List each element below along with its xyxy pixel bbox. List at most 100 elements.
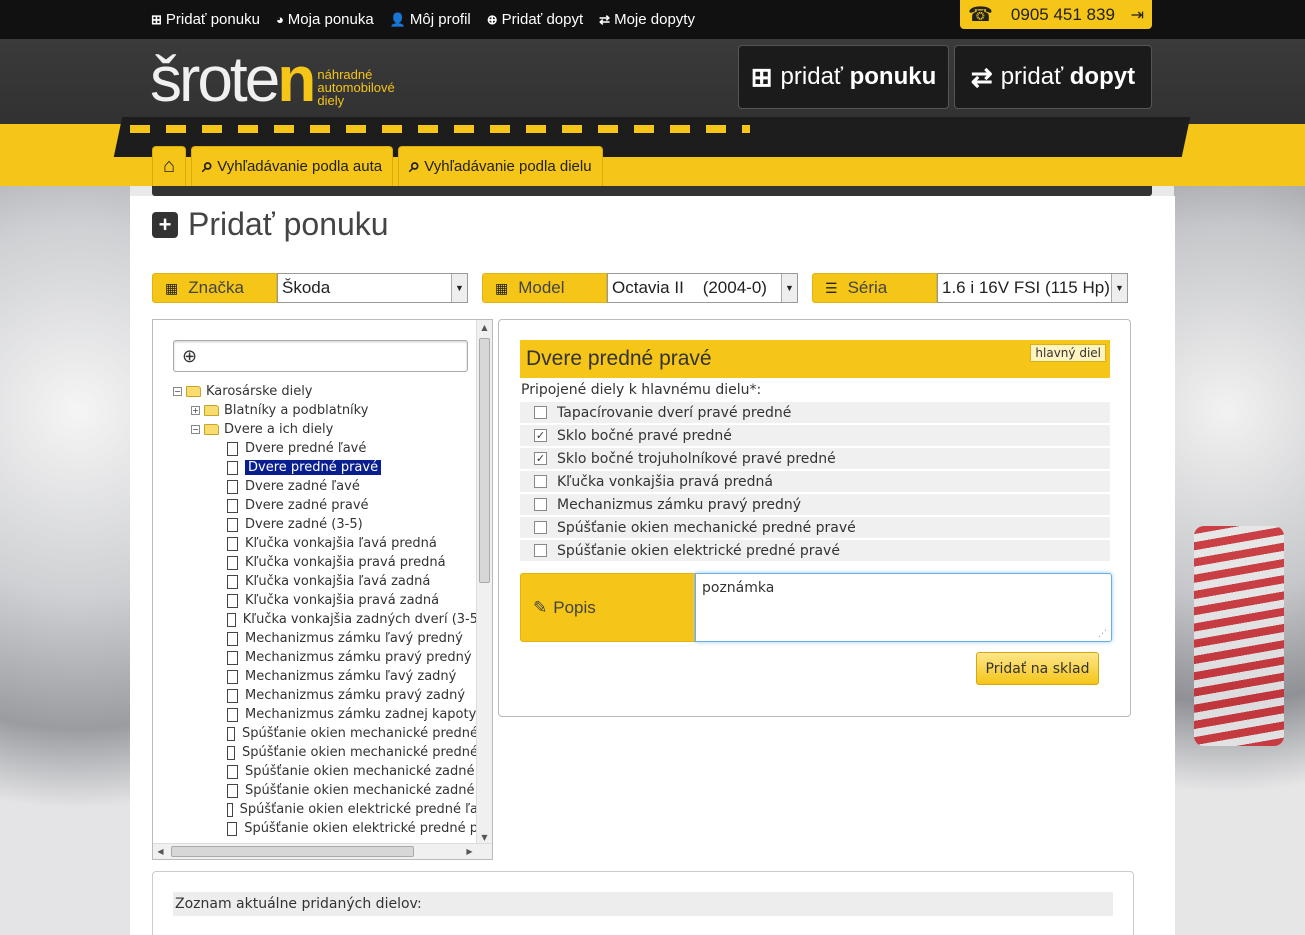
- nav-moja-ponuka[interactable]: ◕ Moja ponuka: [276, 11, 374, 28]
- tree-leaf[interactable]: Spúšťanie okien mechanické zadné: [173, 781, 478, 800]
- attached-part-checkbox[interactable]: ✓: [534, 452, 547, 465]
- tree-leaf-label: Spúšťanie okien elektrické predné ľa: [239, 802, 478, 817]
- attached-part-checkbox[interactable]: [534, 544, 547, 557]
- scrollbar-thumb[interactable]: [479, 338, 490, 583]
- file-icon: [227, 612, 236, 627]
- attached-part-checkbox[interactable]: ✓: [534, 429, 547, 442]
- tree-leaf[interactable]: Kľučka vonkajšia zadných dverí (3-5: [173, 610, 478, 629]
- attached-part-row[interactable]: ✓ Sklo bočné pravé predné: [520, 425, 1110, 446]
- nav-pridat-dopyt[interactable]: ⊕ Pridať dopyt: [487, 11, 583, 28]
- list-icon: ☰: [825, 279, 838, 296]
- file-icon: [227, 441, 238, 456]
- tree-leaf-label: Spúšťanie okien mechanické predné: [241, 726, 478, 741]
- tree-leaf[interactable]: Dvere predné pravé: [173, 458, 478, 477]
- resize-grip-icon[interactable]: ⋰: [1098, 629, 1107, 639]
- attached-part-row[interactable]: Spúšťanie okien elektrické predné pravé: [520, 540, 1110, 561]
- attached-part-row[interactable]: Tapacírovanie dverí pravé predné: [520, 402, 1110, 423]
- tree-leaf-label: Dvere zadné pravé: [245, 498, 369, 513]
- tab-home[interactable]: ⌂: [152, 146, 187, 186]
- tree-leaf[interactable]: Spúšťanie okien mechanické predné: [173, 743, 478, 762]
- main-tabs: ⌂ ⌕ Vyhľadávanie podla auta ⌕ Vyhľadávanie…: [152, 146, 603, 186]
- tree-leaf[interactable]: Spúšťanie okien elektrické predné p: [173, 819, 478, 838]
- tree-leaf[interactable]: Mechanizmus zámku zadnej kapoty: [173, 705, 478, 724]
- logout-icon[interactable]: ⇥: [1131, 5, 1144, 25]
- tree-node-folder[interactable]: − Dvere a ich diely: [173, 420, 478, 439]
- attached-part-row[interactable]: Kľučka vonkajšia pravá predná: [520, 471, 1110, 492]
- nav-moje-dopyty[interactable]: ⇄ Moje dopyty: [599, 11, 695, 28]
- tree-leaf[interactable]: Spúšťanie okien mechanické zadné: [173, 762, 478, 781]
- tree-leaf[interactable]: Spúšťanie okien mechanické predné: [173, 724, 478, 743]
- tree-leaf-label: Mechanizmus zámku ľavý predný: [245, 631, 463, 646]
- tree-horizontal-scrollbar[interactable]: ◀ ▶: [153, 843, 492, 859]
- added-parts-title: Zoznam aktuálne pridaných dielov:: [173, 892, 1113, 916]
- nav-pridat-ponuku[interactable]: ⊞ Pridať ponuku: [151, 11, 260, 28]
- tree-leaf[interactable]: Kľučka vonkajšia ľavá zadná: [173, 572, 478, 591]
- tree-node-root[interactable]: − Karosárske diely: [173, 382, 478, 401]
- tree-leaf[interactable]: Mechanizmus zámku ľavý predný: [173, 629, 478, 648]
- chevron-down-icon[interactable]: ▼: [781, 274, 797, 302]
- popis-group: ✎ Popis poznámka ⋰: [520, 573, 1112, 642]
- file-icon: [227, 745, 235, 760]
- tree-vertical-scrollbar[interactable]: ▲ ▼: [476, 320, 492, 845]
- part-title: Dvere predné pravé: [526, 347, 712, 370]
- nav-moj-profil[interactable]: 👤 Môj profil: [390, 11, 471, 28]
- user-icon: 👤: [389, 11, 406, 27]
- attached-part-row[interactable]: Spúšťanie okien mechanické predné pravé: [520, 517, 1110, 538]
- series-select[interactable]: 1.6 i 16V FSI (115 Hp) ▼: [937, 273, 1128, 303]
- attached-part-row[interactable]: ✓ Sklo bočné trojuholníkové pravé predné: [520, 448, 1110, 469]
- attached-part-label: Spúšťanie okien elektrické predné pravé: [557, 542, 840, 559]
- attached-part-row[interactable]: Mechanizmus zámku pravý predný: [520, 494, 1110, 515]
- tab-search-by-car[interactable]: ⌕ Vyhľadávanie podla auta: [191, 146, 394, 186]
- chevron-down-icon[interactable]: ▼: [1111, 274, 1127, 302]
- scroll-right-icon[interactable]: ▶: [462, 844, 477, 859]
- file-icon: [227, 707, 238, 722]
- tree-leaf[interactable]: Dvere predné ľavé: [173, 439, 478, 458]
- tree-leaf-label: Spúšťanie okien mechanické zadné: [245, 783, 475, 798]
- site-logo[interactable]: šroten náhradné automobilové diely: [150, 47, 395, 111]
- tree-leaf[interactable]: Kľučka vonkajšia pravá zadná: [173, 591, 478, 610]
- model-select[interactable]: Octavia II (2004-0) ▼: [607, 273, 798, 303]
- attached-part-label: Sklo bočné trojuholníkové pravé predné: [557, 450, 836, 467]
- folder-icon: [204, 405, 219, 416]
- tree-leaf[interactable]: Dvere zadné ľavé: [173, 477, 478, 496]
- parts-tree-panel: ⊕ − Karosárske diely + Blatníky a podbla…: [152, 319, 493, 860]
- attached-part-checkbox[interactable]: [534, 406, 547, 419]
- tab-search-by-part[interactable]: ⌕ Vyhľadávanie podla dielu: [398, 146, 603, 186]
- attached-part-checkbox[interactable]: [534, 521, 547, 534]
- brand-select[interactable]: Škoda ▼: [277, 273, 468, 303]
- tree-search-input[interactable]: ⊕: [173, 340, 468, 372]
- tree-leaf[interactable]: Mechanizmus zámku pravý zadný: [173, 686, 478, 705]
- chevron-down-icon[interactable]: ▼: [451, 274, 467, 302]
- tree-leaf[interactable]: Kľučka vonkajšia ľavá predná: [173, 534, 478, 553]
- tree-leaf[interactable]: Mechanizmus zámku pravý predný: [173, 648, 478, 667]
- retweet-icon: ⇄: [599, 11, 611, 27]
- expand-icon[interactable]: +: [191, 406, 200, 415]
- popis-textarea[interactable]: poznámka ⋰: [695, 573, 1112, 642]
- tree-leaf-label: Kľučka vonkajšia ľavá predná: [245, 536, 437, 551]
- added-parts-panel: Zoznam aktuálne pridaných dielov:: [152, 871, 1134, 935]
- file-icon: [227, 783, 238, 798]
- file-icon: [227, 536, 238, 551]
- pridat-ponuku-button[interactable]: ⊞ pridať ponuku: [738, 45, 949, 109]
- pridat-dopyt-button[interactable]: ⇄ pridať dopyt: [954, 45, 1152, 109]
- attached-part-checkbox[interactable]: [534, 475, 547, 488]
- scroll-up-icon[interactable]: ▲: [477, 320, 492, 335]
- tree-leaf[interactable]: Dvere zadné pravé: [173, 496, 478, 515]
- scroll-left-icon[interactable]: ◀: [153, 844, 168, 859]
- tree-leaf[interactable]: Mechanizmus zámku ľavý zadný: [173, 667, 478, 686]
- tree-leaf[interactable]: Spúšťanie okien elektrické predné ľa: [173, 800, 478, 819]
- tree-node-folder[interactable]: + Blatníky a podblatníky: [173, 401, 478, 420]
- part-detail-panel: Dvere predné pravé hlavný diel Pripojené…: [498, 319, 1131, 717]
- header-stripe: [130, 125, 750, 133]
- tree-leaf-label: Mechanizmus zámku zadnej kapoty: [245, 707, 477, 722]
- collapse-icon[interactable]: −: [191, 425, 200, 434]
- tabs-underline: [152, 186, 1152, 196]
- attached-part-checkbox[interactable]: [534, 498, 547, 511]
- collapse-icon[interactable]: −: [173, 387, 182, 396]
- tree-leaf[interactable]: Dvere zadné (3-5): [173, 515, 478, 534]
- scrollbar-thumb[interactable]: [171, 846, 414, 857]
- tree-leaf-label: Dvere predné pravé: [243, 459, 383, 476]
- tree-leaf[interactable]: Kľučka vonkajšia pravá predná: [173, 553, 478, 572]
- add-to-stock-button[interactable]: Pridať na sklad: [976, 652, 1099, 685]
- plus-square-icon: +: [152, 211, 178, 238]
